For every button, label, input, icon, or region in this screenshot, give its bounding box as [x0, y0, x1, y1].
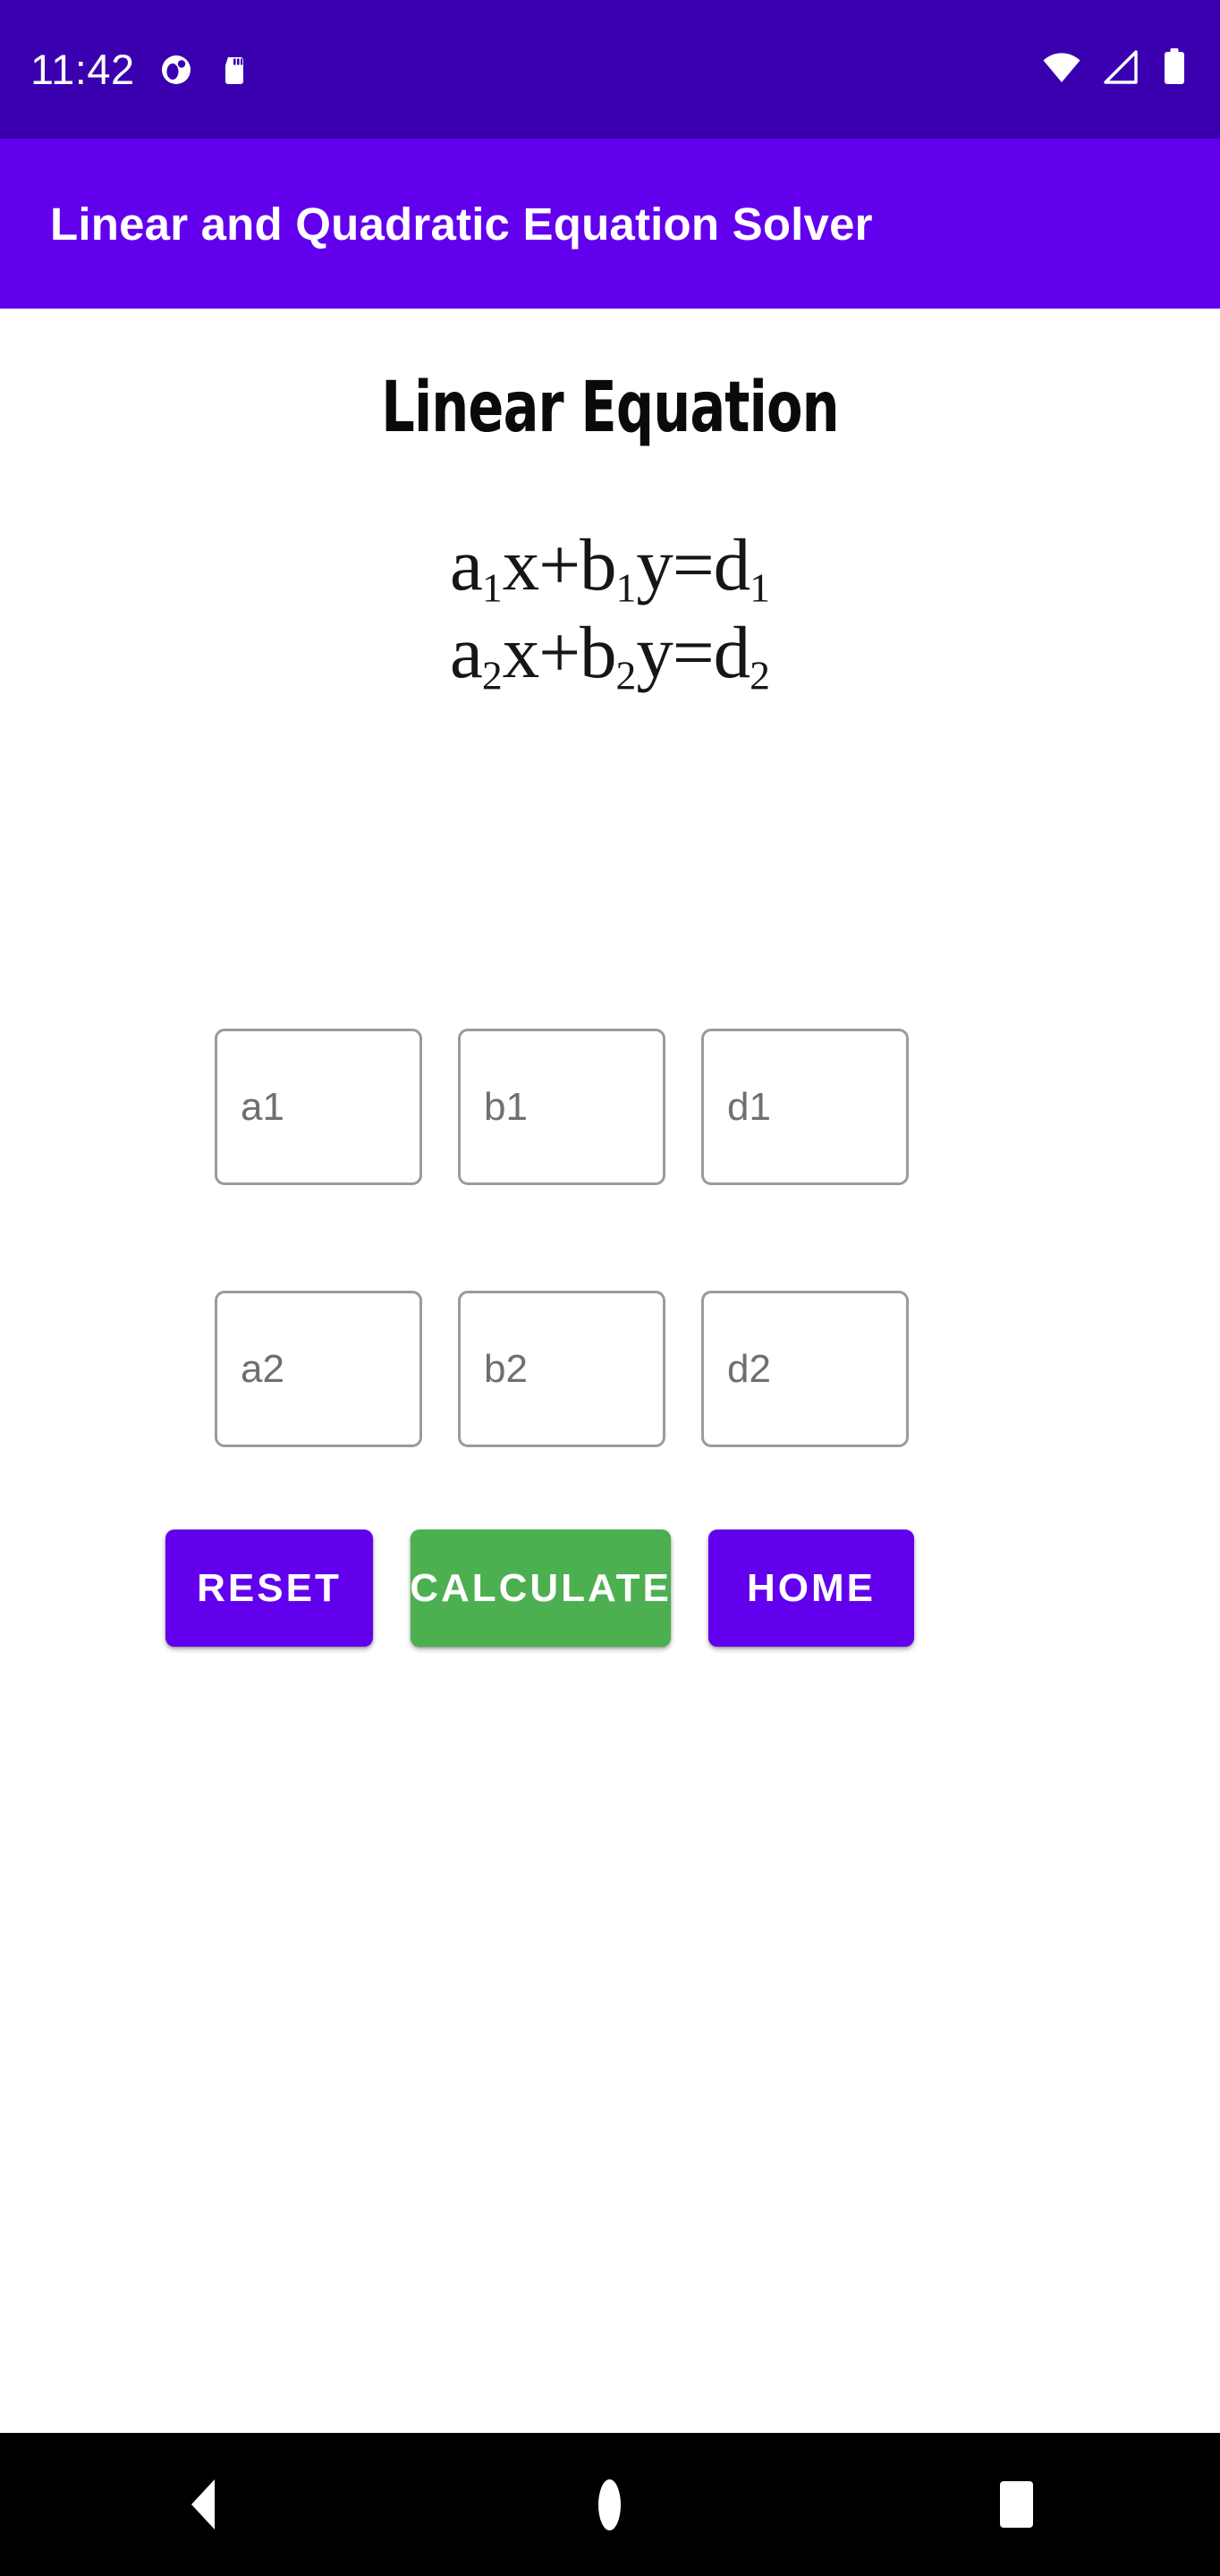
coefficient-input-grid [215, 1029, 1002, 1447]
eq1-d: d [713, 523, 750, 606]
b1-input[interactable] [458, 1029, 665, 1185]
eq1-a-subscript: 1 [481, 564, 503, 611]
eq2-d: d [713, 610, 750, 693]
field-wrap-a2 [215, 1291, 422, 1447]
eq1-d-subscript: 1 [750, 564, 770, 611]
equation-line-1: a1x+b1y=d1 [0, 523, 1220, 611]
app-bar: Linear and Quadratic Equation Solver [0, 139, 1220, 309]
field-wrap-d1 [701, 1029, 909, 1185]
field-wrap-b1 [458, 1029, 665, 1185]
back-icon [191, 2479, 216, 2529]
nav-recents-button[interactable] [928, 2433, 1106, 2576]
eq2-a: a [450, 610, 483, 693]
eq1-b-subscript: 1 [615, 564, 637, 611]
status-bar-right-group [1041, 47, 1188, 92]
cellular-signal-icon [1102, 47, 1141, 91]
equation-line-2: a2x+b2y=d2 [0, 611, 1220, 699]
home-button[interactable]: HOME [708, 1530, 914, 1647]
recents-icon [1000, 2481, 1034, 2528]
wifi-icon [1041, 47, 1082, 92]
eq1-b: b [580, 523, 616, 606]
eq1-x-term: x+ [502, 523, 580, 606]
d2-input[interactable] [701, 1291, 909, 1447]
field-wrap-d2 [701, 1291, 909, 1447]
app-notification-icon [158, 52, 194, 88]
d1-input[interactable] [701, 1029, 909, 1185]
page-title: Linear Equation [381, 368, 839, 448]
nav-home-button[interactable] [521, 2433, 699, 2576]
a2-input[interactable] [215, 1291, 422, 1447]
status-bar-clock: 11:42 [30, 46, 135, 93]
home-icon [598, 2479, 622, 2530]
main-content: Linear Equation a1x+b1y=d1 a2x+b2y=d2 a1… [0, 309, 1220, 2433]
b2-input[interactable] [458, 1291, 665, 1447]
eq1-a: a [450, 523, 483, 606]
eq2-b-subscript: 2 [615, 652, 637, 699]
status-bar: 11:42 [0, 0, 1220, 139]
battery-icon [1161, 47, 1188, 92]
equation-figure: a1x+b1y=d1 a2x+b2y=d2 [0, 523, 1220, 699]
field-wrap-a1 [215, 1029, 422, 1185]
eq2-x-term: x+ [502, 610, 580, 693]
nav-back-button[interactable] [114, 2433, 292, 2576]
sd-card-icon [217, 52, 253, 88]
eq2-b: b [580, 610, 616, 693]
reset-button[interactable]: RESET [165, 1530, 373, 1647]
eq2-y-term: y= [636, 610, 714, 693]
app-bar-title: Linear and Quadratic Equation Solver [50, 198, 873, 250]
status-bar-left-group: 11:42 [30, 48, 253, 90]
input-row-1 [215, 1029, 1002, 1185]
action-button-row: RESET CALCULATE HOME [165, 1530, 914, 1647]
input-row-2 [215, 1291, 1002, 1447]
field-wrap-b2 [458, 1291, 665, 1447]
calculate-button[interactable]: CALCULATE [410, 1530, 671, 1647]
a1-input[interactable] [215, 1029, 422, 1185]
eq1-y-term: y= [636, 523, 714, 606]
eq2-d-subscript: 2 [750, 652, 770, 699]
system-navigation-bar [0, 2433, 1220, 2576]
eq2-a-subscript: 2 [481, 652, 503, 699]
